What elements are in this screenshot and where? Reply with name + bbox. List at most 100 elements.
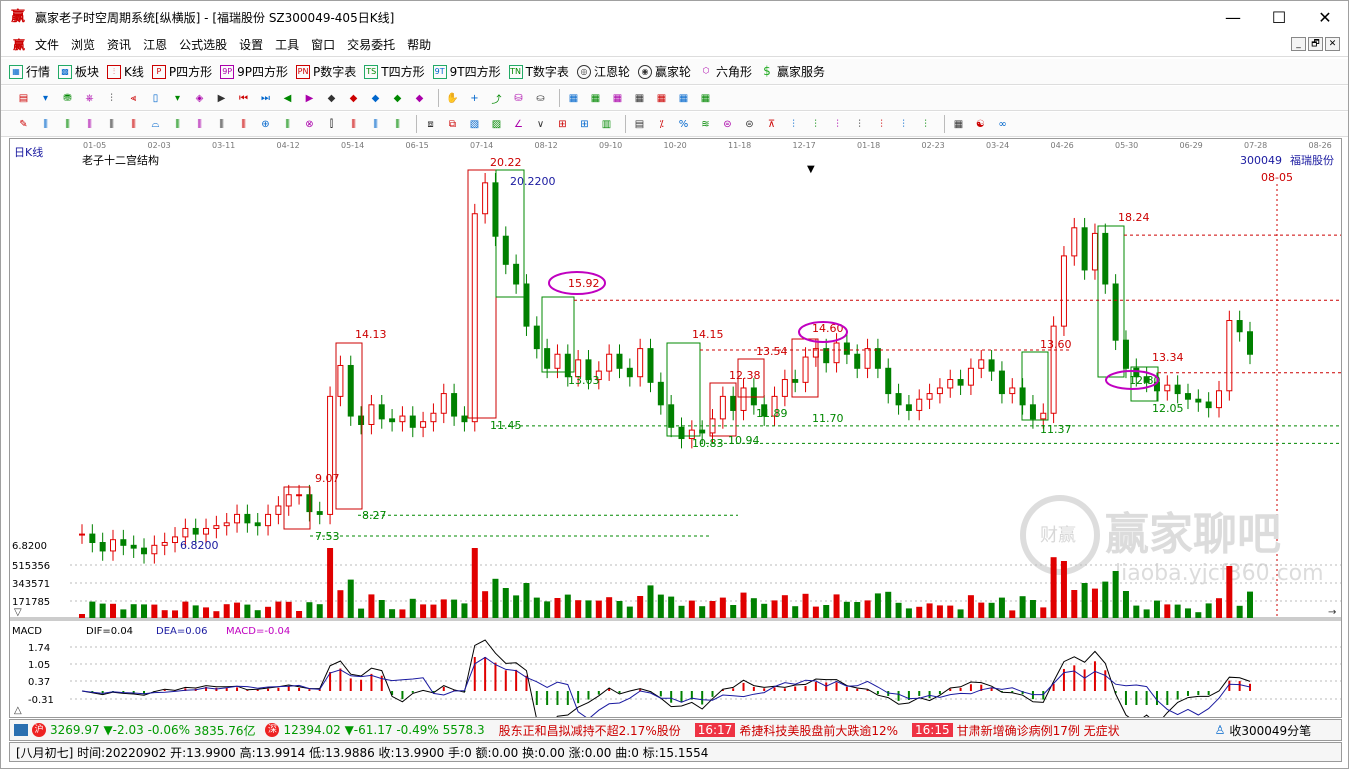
tool-button-tb2-8[interactable]: ◈ — [191, 90, 208, 107]
tool-button-tb3-19[interactable]: ⧈ — [422, 116, 439, 133]
tool-button-tb2-17[interactable]: ◆ — [389, 90, 406, 107]
toolbar-service-button[interactable]: $ 赢家服务 — [760, 63, 825, 80]
toolbar-t-table-button[interactable]: TN T数字表 — [508, 63, 569, 80]
menu-gann[interactable]: 江恩 — [137, 36, 173, 53]
menu-browse[interactable]: 浏览 — [65, 36, 101, 53]
tool-button-tb3-33[interactable]: ⊜ — [719, 116, 736, 133]
tool-button-tb2-0[interactable]: ▤ — [15, 90, 32, 107]
tool-button-tb3-5[interactable]: ⫼ — [125, 116, 142, 133]
tool-button-tb2-32[interactable]: ▦ — [697, 90, 714, 107]
tool-button-tb2-16[interactable]: ◆ — [367, 90, 384, 107]
tool-button-tb2-27[interactable]: ▦ — [587, 90, 604, 107]
tool-button-tb3-0[interactable]: ✎ — [15, 116, 32, 133]
tool-button-tb3-11[interactable]: ⊕ — [257, 116, 274, 133]
tool-button-tb3-20[interactable]: ⧉ — [444, 116, 461, 133]
tool-button-tb2-10[interactable]: ⏮ — [235, 90, 252, 107]
tool-button-tb3-24[interactable]: ∨ — [532, 116, 549, 133]
tool-button-tb3-4[interactable]: ⫼ — [103, 116, 120, 133]
news-ticker[interactable]: 股东正和昌拟减持不超2.17%股份 16:17 希捷科技美股盘前大跌逾12% 1… — [499, 722, 1211, 739]
tool-button-tb3-9[interactable]: ⫼ — [213, 116, 230, 133]
tool-button-tb3-32[interactable]: ≋ — [697, 116, 714, 133]
tool-button-tb2-11[interactable]: ⏭ — [257, 90, 274, 107]
menu-file[interactable]: 文件 — [29, 36, 65, 53]
tool-button-tb3-35[interactable]: ⊼ — [763, 116, 780, 133]
tool-button-tb2-26[interactable]: ▦ — [565, 90, 582, 107]
tool-button-tb3-26[interactable]: ⊞ — [576, 116, 593, 133]
tool-button-tb3-14[interactable]: ⫿ — [323, 116, 340, 133]
toolbar-kline-button[interactable]: ⫶ K线 — [107, 63, 144, 80]
mdi-minimize-button[interactable]: _ — [1291, 37, 1306, 51]
tool-button-tb2-13[interactable]: ▶ — [301, 90, 318, 107]
tool-button-tb3-25[interactable]: ⊞ — [554, 116, 571, 133]
tool-button-tb2-1[interactable]: ▾ — [37, 90, 54, 107]
sz-index[interactable]: 深 12394.02 ▼-61.17 -0.49% 5578.3 — [265, 723, 485, 737]
tool-button-tb3-40[interactable]: ⫶ — [873, 116, 890, 133]
tool-button-tb2-2[interactable]: ⛃ — [59, 90, 76, 107]
tool-button-tb3-36[interactable]: ⫶ — [785, 116, 802, 133]
tool-button-tb3-46[interactable]: ∞ — [994, 116, 1011, 133]
news-item[interactable]: 希捷科技美股盘前大跌逾12% — [739, 722, 898, 739]
tool-button-tb3-30[interactable]: ⁒ — [653, 116, 670, 133]
tool-button-tb3-12[interactable]: ⫼ — [279, 116, 296, 133]
tool-button-tb2-5[interactable]: ⫷ — [125, 90, 142, 107]
tool-button-tb2-15[interactable]: ◆ — [345, 90, 362, 107]
menu-formula[interactable]: 公式选股 — [173, 36, 233, 53]
news-item[interactable]: 甘肃新增确诊病例17例 无症状 — [957, 722, 1120, 739]
kline-chart[interactable]: 01-05 02-03 03-11 04-12 05-14 06-15 07-14 08-12… — [10, 139, 1342, 718]
maximize-button[interactable]: ☐ — [1256, 1, 1302, 33]
toolbar-gann-wheel-button[interactable]: ◎ 江恩轮 — [576, 63, 630, 80]
tool-button-tb3-29[interactable]: ▤ — [631, 116, 648, 133]
tool-button-tb3-27[interactable]: ▥ — [598, 116, 615, 133]
tool-button-tb2-23[interactable]: ⛁ — [510, 90, 527, 107]
tool-button-tb3-42[interactable]: ⫶ — [917, 116, 934, 133]
menu-info[interactable]: 资讯 — [101, 36, 137, 53]
menu-window[interactable]: 窗口 — [305, 36, 341, 53]
toolbar-t-square-button[interactable]: TS T四方形 — [364, 63, 425, 80]
tool-button-tb2-18[interactable]: ◆ — [411, 90, 428, 107]
mdi-close-button[interactable]: ✕ — [1325, 37, 1340, 51]
mdi-restore-button[interactable]: 🗗 — [1308, 37, 1323, 51]
toolbar-hexagon-button[interactable]: ⬡ 六角形 — [699, 63, 752, 80]
tool-button-tb2-30[interactable]: ▦ — [653, 90, 670, 107]
tool-button-tb3-21[interactable]: ▧ — [466, 116, 483, 133]
tool-button-tb3-6[interactable]: ⌓ — [147, 116, 164, 133]
tool-button-tb3-34[interactable]: ⊜ — [741, 116, 758, 133]
tool-button-tb2-22[interactable]: ⤴ — [488, 90, 505, 107]
tool-button-tb3-39[interactable]: ⫶ — [851, 116, 868, 133]
menu-tools[interactable]: 工具 — [269, 36, 305, 53]
menu-help[interactable]: 帮助 — [401, 36, 437, 53]
tool-button-tb3-1[interactable]: ⫼ — [37, 116, 54, 133]
tool-button-tb3-16[interactable]: ⫼ — [367, 116, 384, 133]
tool-button-tb3-22[interactable]: ▨ — [488, 116, 505, 133]
tool-button-tb3-17[interactable]: ⫼ — [389, 116, 406, 133]
tool-button-tb2-14[interactable]: ◆ — [323, 90, 340, 107]
tool-button-tb3-41[interactable]: ⫶ — [895, 116, 912, 133]
tool-button-tb2-9[interactable]: ▶ — [213, 90, 230, 107]
sh-index[interactable]: 沪 3269.97 ▼-2.03 -0.06% 3835.76亿 — [10, 722, 255, 739]
tool-button-tb3-8[interactable]: ⫼ — [191, 116, 208, 133]
tool-button-tb2-12[interactable]: ◀ — [279, 90, 296, 107]
tool-button-tb2-20[interactable]: ✋ — [444, 90, 461, 107]
tool-button-tb3-13[interactable]: ⊗ — [301, 116, 318, 133]
tool-button-tb3-2[interactable]: ⫼ — [59, 116, 76, 133]
tool-button-tb2-3[interactable]: ⎈ — [81, 90, 98, 107]
toolbar-winner-wheel-button[interactable]: ◉ 赢家轮 — [637, 63, 691, 80]
tool-button-tb3-44[interactable]: ▦ — [950, 116, 967, 133]
tool-button-tb2-29[interactable]: ▦ — [631, 90, 648, 107]
toolbar-sectors-button[interactable]: ▩ 板块 — [58, 63, 99, 80]
tool-button-tb2-24[interactable]: ⛀ — [532, 90, 549, 107]
toolbar-quotes-button[interactable]: ▦ 行情 — [9, 63, 50, 80]
tool-button-tb2-7[interactable]: ▾ — [169, 90, 186, 107]
toolbar-9t-square-button[interactable]: 9T 9T四方形 — [432, 63, 501, 80]
tool-button-tb3-23[interactable]: ∠ — [510, 116, 527, 133]
chart-area[interactable]: 01-05 02-03 03-11 04-12 05-14 06-15 07-14 08-12… — [9, 138, 1342, 718]
toolbar-p-table-button[interactable]: PN P数字表 — [296, 63, 356, 80]
tool-button-tb3-45[interactable]: ☯ — [972, 116, 989, 133]
close-button[interactable]: ✕ — [1302, 1, 1348, 33]
tool-button-tb3-37[interactable]: ⫶ — [807, 116, 824, 133]
tool-button-tb2-21[interactable]: + — [466, 90, 483, 107]
minimize-button[interactable]: — — [1210, 1, 1256, 33]
tool-button-tb3-38[interactable]: ⫶ — [829, 116, 846, 133]
tool-button-tb3-10[interactable]: ⫼ — [235, 116, 252, 133]
tool-button-tb2-31[interactable]: ▦ — [675, 90, 692, 107]
